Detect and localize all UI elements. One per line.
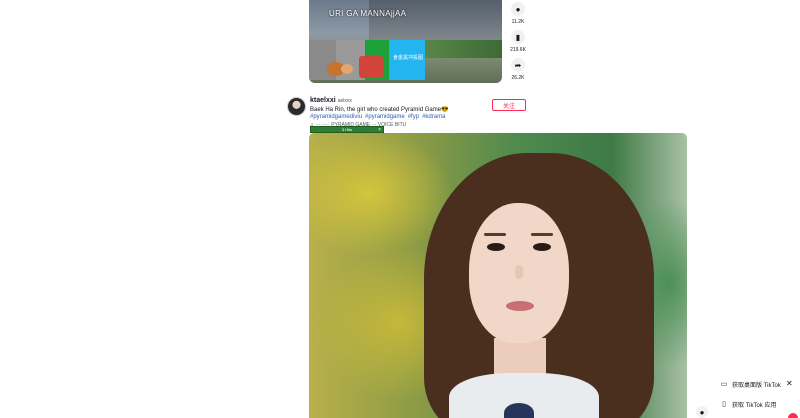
video-subject-face	[469, 203, 569, 343]
previous-video[interactable]: URI GA MANNAjjAA 食金黑冲投图	[309, 0, 502, 83]
comment-count: 11.2K	[511, 19, 525, 25]
video-actions: ● 11.2K ▮ 219.6K ➦ 26.2K	[510, 2, 526, 86]
avatar[interactable]	[287, 97, 306, 116]
eye	[533, 243, 551, 251]
eye	[487, 243, 505, 251]
author-info[interactable]: ktaelxxi aelxxx	[310, 97, 352, 104]
post-description: Baek Ha Rin, the girl who created Pyrami…	[310, 107, 449, 113]
bookmark-icon[interactable]: ▮	[511, 30, 525, 44]
video-panel-label: 食金黑冲投图	[393, 55, 424, 61]
notification-dot[interactable]	[788, 413, 798, 418]
hashtag-link[interactable]: #pyramidgamediviu	[310, 114, 362, 120]
mouth	[506, 301, 534, 311]
share-count: 26.2K	[511, 75, 525, 81]
brow	[484, 233, 506, 236]
get-desktop-label: 获取桌面版 TikTok	[732, 382, 781, 389]
comment-icon[interactable]: ●	[511, 2, 525, 16]
nose	[515, 265, 523, 279]
bookmark-action[interactable]: ▮ 219.6K	[510, 30, 526, 53]
mini-window-label: 3 Hits	[341, 127, 353, 132]
author-username[interactable]: ktaelxxi	[310, 97, 336, 104]
close-icon[interactable]: ✕	[786, 379, 793, 388]
video-subject-neck	[494, 338, 546, 378]
brow	[531, 233, 553, 236]
share-action[interactable]: ➦ 26.2K	[510, 58, 526, 81]
video-caption: URI GA MANNAjjAA	[329, 9, 407, 18]
main-video[interactable]	[309, 133, 687, 418]
follow-button[interactable]: 关注	[492, 99, 526, 111]
close-icon[interactable]: ×	[378, 127, 381, 133]
author-nickname: aelxxx	[337, 98, 352, 104]
share-icon[interactable]: ➦	[511, 58, 525, 72]
video-subject-tie	[504, 403, 534, 418]
get-app-link[interactable]: ▯ 获取 TikTok 应用	[720, 397, 798, 411]
food-sticker	[341, 64, 353, 74]
hashtag-link[interactable]: #kdrama	[422, 114, 445, 120]
hashtag-link[interactable]: #fyp	[408, 114, 419, 120]
food-sticker	[359, 56, 383, 78]
comment-action[interactable]: ● 11.2K	[510, 2, 526, 25]
bookmark-count: 219.6K	[510, 47, 526, 53]
mini-window-bar[interactable]: 3 Hits ×	[310, 126, 384, 133]
phone-icon: ▯	[722, 401, 726, 408]
monitor-icon: ▭	[720, 381, 728, 388]
tiktok-feed: URI GA MANNAjjAA 食金黑冲投图 ● 11.2K ▮ 219.6K…	[0, 0, 800, 418]
hashtag-link[interactable]: #pyramidgame	[365, 114, 405, 120]
hashtag-list: #pyramidgamediviu #pyramidgame #fyp #kdrama	[310, 114, 448, 120]
get-app-label: 获取 TikTok 应用	[732, 402, 777, 409]
comment-icon[interactable]: ●	[696, 406, 708, 418]
